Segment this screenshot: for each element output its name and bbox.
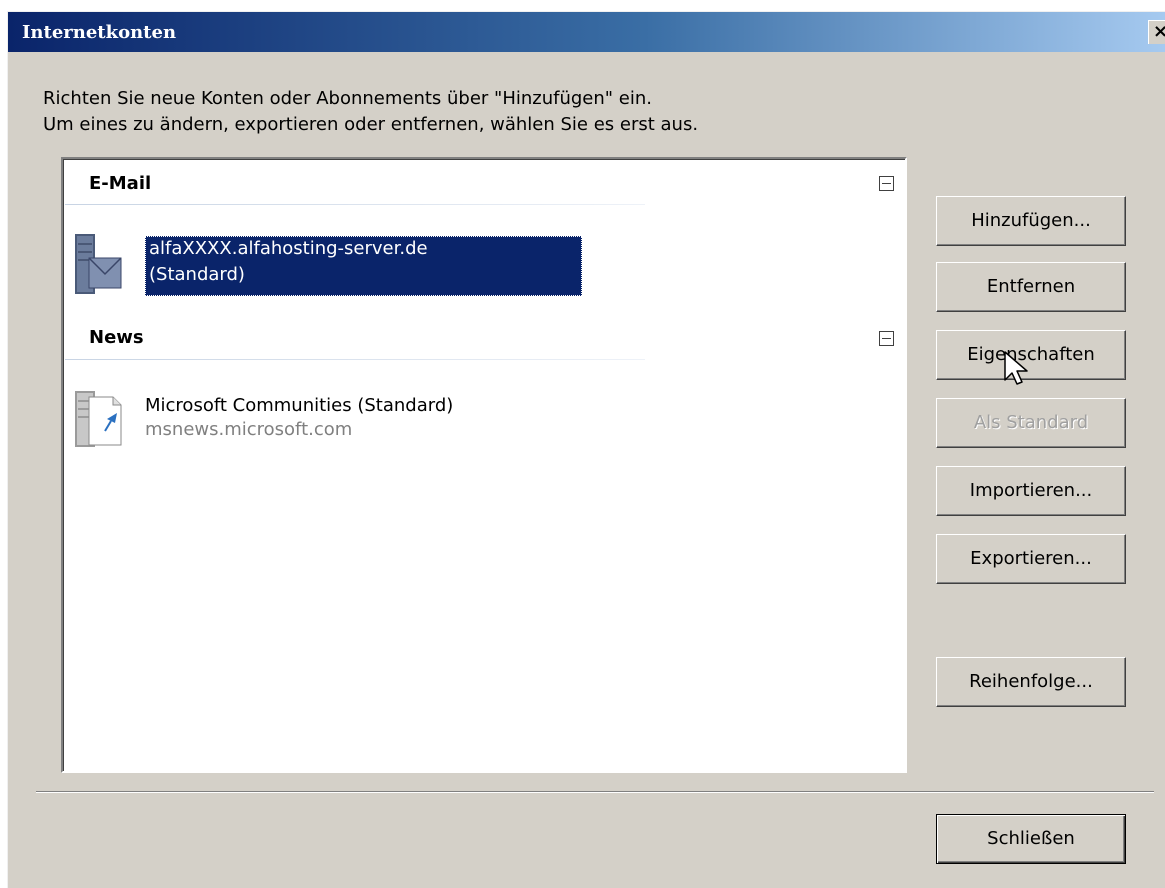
instruction-line-1: Richten Sie neue Konten oder Abonnements… (43, 88, 652, 109)
group-header-email: E-Mail (89, 173, 152, 194)
dialog-title: Internetkonten (22, 22, 177, 43)
account-detail: (Standard) (149, 264, 245, 285)
group-divider-email (65, 204, 645, 205)
news-server-icon (75, 391, 122, 447)
instruction-line-2: Um eines zu ändern, exportieren oder ent… (43, 114, 699, 135)
news-account-text: Microsoft Communities (Standard) msnews.… (145, 394, 453, 442)
news-account-name: Microsoft Communities (Standard) (145, 395, 454, 416)
export-button[interactable]: Exportieren... (936, 534, 1126, 584)
close-button[interactable]: Schließen (936, 814, 1126, 864)
group-header-news: News (89, 327, 144, 348)
account-name: alfaXXXX.alfahosting-server.de (149, 238, 428, 259)
collapse-news-icon[interactable] (879, 331, 894, 346)
accounts-list[interactable]: E-Mail alfaXXXX.alfahosting-server.de (S… (61, 157, 907, 773)
mouse-pointer-icon (1004, 351, 1028, 385)
import-button[interactable]: Importieren... (936, 466, 1126, 516)
close-icon[interactable]: × (1148, 20, 1165, 44)
selected-account[interactable]: alfaXXXX.alfahosting-server.de (Standard… (145, 236, 582, 296)
internet-accounts-dialog: Internetkonten × Richten Sie neue Konten… (7, 11, 1165, 888)
order-button[interactable]: Reihenfolge... (936, 657, 1126, 707)
group-divider-news (65, 359, 645, 360)
news-account-detail: msnews.microsoft.com (145, 419, 353, 440)
instructions: Richten Sie neue Konten oder Abonnements… (43, 86, 698, 138)
remove-button[interactable]: Entfernen (936, 262, 1126, 312)
footer-separator (36, 791, 1154, 793)
add-button[interactable]: Hinzufügen... (936, 196, 1126, 246)
title-bar[interactable]: Internetkonten × (8, 12, 1165, 52)
set-default-button[interactable]: Als Standard (936, 398, 1126, 448)
mail-server-icon (75, 234, 122, 294)
collapse-email-icon[interactable] (879, 176, 894, 191)
